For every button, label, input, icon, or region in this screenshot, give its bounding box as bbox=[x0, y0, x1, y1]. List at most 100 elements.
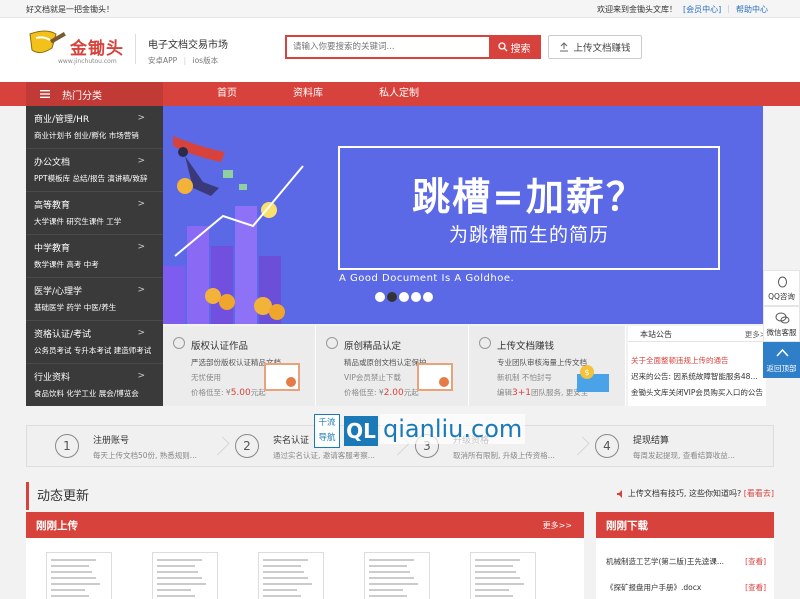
feature-card-earn[interactable]: 上传文档赚钱 专业团队审核海量上传文档 新机制 不怕封号 编辑3+1团队服务, … bbox=[469, 326, 626, 406]
upload-button-label: 上传文档赚钱 bbox=[573, 43, 631, 54]
search-button[interactable]: 搜索 bbox=[489, 37, 539, 57]
doc-text-line bbox=[51, 571, 93, 573]
qq-consult-button[interactable]: QQ咨询 bbox=[763, 270, 800, 306]
doc-text-line bbox=[263, 589, 297, 591]
doc-text-line bbox=[157, 565, 195, 567]
download-item[interactable]: 《探矿报盘用户手册》.docx [查看] bbox=[606, 582, 766, 593]
menu-icon bbox=[40, 90, 50, 98]
category-item[interactable]: 行业资料 食品饮料 化学工业 展会/博览会 > bbox=[26, 364, 163, 407]
feature-line3: 价格低至: ¥2.00元起 bbox=[344, 387, 419, 398]
download-view-link[interactable]: [查看] bbox=[745, 582, 766, 593]
back-to-top-button[interactable]: 返回顶部 bbox=[763, 342, 800, 378]
doc-text-line bbox=[51, 589, 85, 591]
download-item-name: 《探矿报盘用户手册》.docx bbox=[606, 583, 702, 592]
nav-home[interactable]: 首页 bbox=[217, 82, 237, 106]
feature-line2: 无忧使用 bbox=[191, 373, 221, 382]
nav-library[interactable]: 资料库 bbox=[293, 82, 323, 106]
doc-text-line bbox=[475, 559, 520, 561]
banner-headline: 跳槽=加薪？ bbox=[412, 175, 646, 219]
download-item-name: 机械制造工艺学(第二版)王先逵课... bbox=[606, 557, 725, 566]
nav-custom[interactable]: 私人定制 bbox=[379, 82, 419, 106]
upload-button[interactable]: 上传文档赚钱 bbox=[548, 35, 642, 59]
category-item[interactable]: 资格认证/考试 公务员考试 专升本考试 建造师考试 > bbox=[26, 321, 163, 364]
step-desc: 通过实名认证, 邀请客服考察... bbox=[273, 451, 375, 460]
category-item[interactable]: 医学/心理学 基础医学 药学 中医/养生 > bbox=[26, 278, 163, 321]
feature-line2: 新机制 不怕封号 bbox=[497, 373, 552, 382]
logo-text: 金锄头 bbox=[70, 39, 124, 59]
category-sub: 数学课件 高考 中考 bbox=[34, 260, 99, 269]
step-title: 提现结算 bbox=[633, 436, 670, 446]
money-icon bbox=[479, 337, 491, 349]
doc-text-line bbox=[157, 559, 202, 561]
main-nav: 热门分类 首页 资料库 私人定制 bbox=[0, 82, 800, 106]
price-value: 2.00 bbox=[383, 388, 404, 398]
chevron-right-icon: > bbox=[137, 242, 145, 252]
category-item[interactable]: 商业/管理/HR 商业计划书 创业/孵化 市场营销 > bbox=[26, 106, 163, 149]
doc-text-line bbox=[51, 565, 89, 567]
chevron-right-icon: > bbox=[137, 371, 145, 381]
search-input[interactable] bbox=[287, 37, 487, 57]
wechat-service-button[interactable]: 微信客服 bbox=[763, 306, 800, 342]
step-number: 4 bbox=[595, 434, 619, 458]
download-item[interactable]: 机械制造工艺学(第二版)王先逵课... [查看] bbox=[606, 556, 766, 567]
category-item[interactable]: 办公文档 PPT模板库 总结/报告 演讲稿/致辞 > bbox=[26, 149, 163, 192]
category-sidebar: 商业/管理/HR 商业计划书 创业/孵化 市场营销 > 办公文档 PPT模板库 总结/… bbox=[26, 106, 163, 406]
watermark-domain: qianliu.com bbox=[380, 414, 526, 444]
ios-app-link[interactable]: ios版本 bbox=[193, 56, 219, 65]
doc-text-line bbox=[263, 565, 301, 567]
carousel-dot[interactable] bbox=[423, 292, 433, 302]
chevron-right-icon: > bbox=[137, 156, 145, 166]
watermark-cn: 千流 导航 bbox=[314, 414, 340, 448]
document-thumbnail[interactable] bbox=[364, 552, 430, 599]
step-separator-icon bbox=[570, 436, 590, 456]
certificate-icon bbox=[264, 363, 300, 391]
doc-text-line bbox=[51, 577, 97, 579]
doc-text-line bbox=[51, 583, 101, 585]
document-thumbnail[interactable] bbox=[46, 552, 112, 599]
doc-text-line bbox=[475, 577, 521, 579]
notice-item[interactable]: 金锄头文库关闭VIP会员购买入口的公告 bbox=[631, 387, 766, 398]
feature-card-copyright[interactable]: 版权认证作品 严选部份版权认证精品文档 无忧使用 价格低至: ¥5.00元起 bbox=[163, 326, 316, 406]
category-item[interactable]: 中学教育 数学课件 高考 中考 > bbox=[26, 235, 163, 278]
header-divider bbox=[135, 34, 136, 64]
document-thumbnail[interactable] bbox=[470, 552, 536, 599]
price-prefix: 价格低至: ¥ bbox=[344, 388, 384, 397]
carousel-dot[interactable] bbox=[375, 292, 385, 302]
carousel-dot[interactable] bbox=[411, 292, 421, 302]
notice-item[interactable]: 关于全面整顿违规上传的通告 bbox=[631, 355, 766, 366]
doc-text-line bbox=[369, 559, 414, 561]
document-thumbnail[interactable] bbox=[152, 552, 218, 599]
doc-text-line bbox=[263, 559, 308, 561]
speaker-icon bbox=[617, 489, 623, 498]
hero-banner[interactable]: 跳槽=加薪？ 为跳槽而生的简历 A Good Document Is A Gol… bbox=[163, 106, 763, 324]
document-thumbnail[interactable] bbox=[258, 552, 324, 599]
top-slogan: 好文档就是一把金锄头！ bbox=[26, 5, 114, 14]
badge-icon bbox=[326, 337, 338, 349]
price-prefix: 编辑 bbox=[497, 388, 512, 397]
hoe-logo-icon bbox=[29, 30, 66, 54]
download-view-link[interactable]: [查看] bbox=[745, 556, 766, 567]
doc-text-line bbox=[263, 583, 313, 585]
qq-consult-label: QQ咨询 bbox=[768, 292, 795, 301]
upload-icon bbox=[560, 42, 569, 52]
doc-text-line bbox=[369, 577, 415, 579]
carousel-dot[interactable] bbox=[387, 292, 397, 302]
chevron-right-icon: > bbox=[137, 113, 145, 123]
category-item[interactable]: 高等教育 大学课件 研究生课件 工学 > bbox=[26, 192, 163, 235]
hot-category-toggle[interactable]: 热门分类 bbox=[26, 82, 163, 106]
doc-text-line bbox=[369, 583, 419, 585]
dynamic-tip-link[interactable]: [看看去] bbox=[744, 489, 774, 498]
header-slogan: 电子文档交易市场 bbox=[148, 40, 228, 51]
search-button-label: 搜索 bbox=[510, 43, 531, 55]
carousel-dot[interactable] bbox=[399, 292, 409, 302]
feature-card-original[interactable]: 原创精品认定 精品或原创文档认定保护 VIP会员禁止下载 价格低至: ¥2.00… bbox=[316, 326, 469, 406]
help-center-link[interactable]: 帮助中心 bbox=[736, 4, 768, 15]
wechat-service-label: 微信客服 bbox=[766, 328, 797, 337]
recent-upload-more-link[interactable]: 更多>> bbox=[543, 520, 572, 531]
recent-upload-header: 刚刚上传 更多>> bbox=[26, 512, 584, 538]
notice-item[interactable]: 迟来的公告: 因系统故障智能服务48... bbox=[631, 371, 766, 382]
android-app-link[interactable]: 安卓APP bbox=[148, 56, 177, 65]
watermark: 千流 导航 QL qianliu.com bbox=[314, 412, 526, 450]
feature-line2: VIP会员禁止下载 bbox=[344, 373, 401, 382]
member-center-link[interactable]: [会员中心] bbox=[683, 4, 721, 15]
